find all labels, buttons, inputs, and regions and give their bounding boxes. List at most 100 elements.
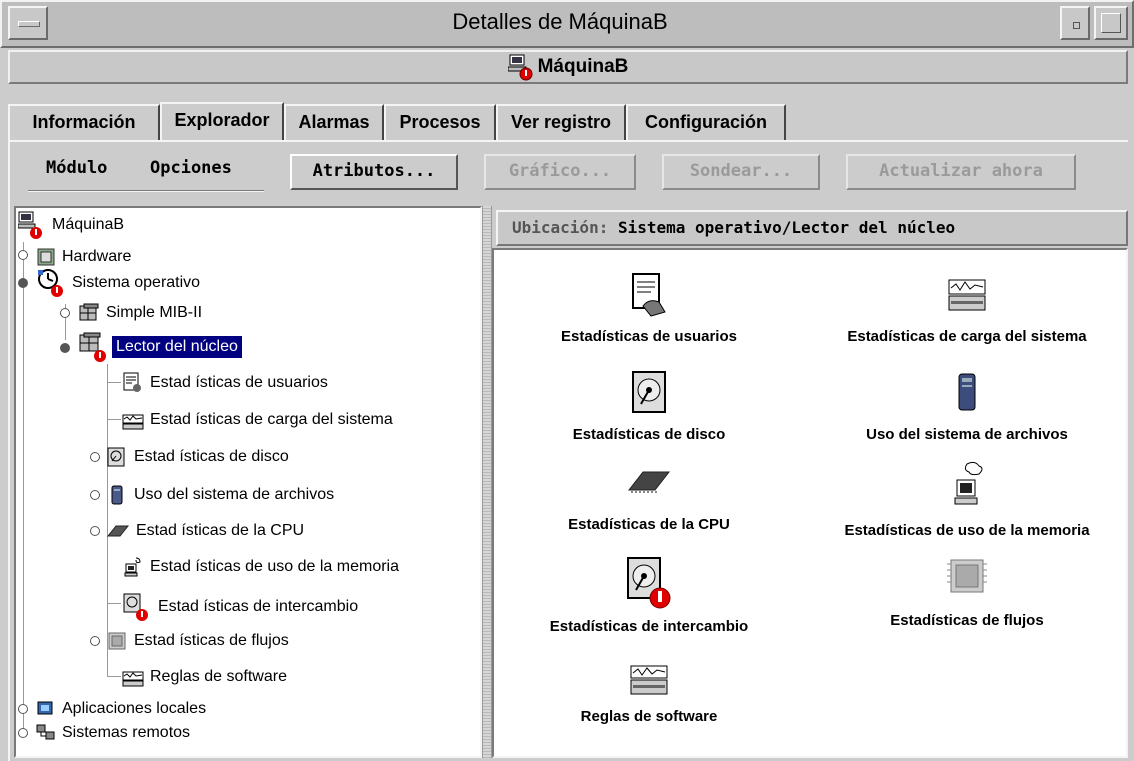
icon-estadisticas-cpu[interactable]: Estadísticas de la CPU xyxy=(494,460,804,533)
rules-icon xyxy=(122,671,144,687)
host-header: MáquinaB xyxy=(8,50,1128,84)
tab-alarmas[interactable]: Alarmas xyxy=(284,104,384,140)
load-stats-icon xyxy=(948,279,986,311)
tree-node-sistema-operativo[interactable]: Sistema operativo xyxy=(36,269,201,297)
maximize-button[interactable] xyxy=(1094,6,1128,40)
disk-icon xyxy=(632,371,666,413)
user-stats-icon xyxy=(632,273,666,317)
tree-node-label: Estad ísticas de usuarios xyxy=(150,374,328,391)
tree-node-label: Estad ísticas de uso de la memoria xyxy=(150,558,400,575)
tree-node-simple-mib-ii[interactable]: Simple MIB-II xyxy=(78,300,202,326)
tree-node-estadisticas-memoria[interactable]: Estad ísticas de uso de la memoria xyxy=(122,554,399,580)
tab-procesos[interactable]: Procesos xyxy=(384,104,496,140)
tree-node-label: Uso del sistema de archivos xyxy=(134,486,335,503)
atributos-button[interactable]: Atributos... xyxy=(290,154,458,190)
location-path: Sistema operativo/Lector del núcleo xyxy=(617,218,956,237)
opciones-menu[interactable]: Opciones xyxy=(150,158,250,184)
tree-node-estadisticas-flujos[interactable]: Estad ísticas de flujos xyxy=(106,628,289,654)
window-menu-button[interactable] xyxy=(8,6,48,40)
tree-node-label: Estad ísticas de flujos xyxy=(134,632,289,649)
location-bar: Ubicación: Sistema operativo/Lector del … xyxy=(496,210,1128,246)
tree-node-label-selected: Lector del núcleo xyxy=(112,336,242,358)
icon-estadisticas-intercambio[interactable]: Estadísticas de intercambio xyxy=(494,556,804,635)
actualizar-ahora-button[interactable]: Actualizar ahora xyxy=(846,154,1076,190)
tree-node-estadisticas-usuarios[interactable]: Estad ísticas de usuarios xyxy=(122,370,328,396)
tab-explorador[interactable]: Explorador xyxy=(160,102,284,142)
module-icon xyxy=(79,332,106,362)
tree-node-reglas-software[interactable]: Reglas de software xyxy=(122,664,287,690)
streams-icon xyxy=(947,559,987,593)
tree-node-label: Sistema operativo xyxy=(72,274,201,291)
icon-estadisticas-flujos[interactable]: Estadísticas de flujos xyxy=(812,556,1122,629)
tree-expander[interactable] xyxy=(18,250,28,260)
tree-node-label: Estad ísticas de intercambio xyxy=(158,598,359,615)
tree-node-label: Hardware xyxy=(62,248,132,265)
window-title: Detalles de MáquinaB xyxy=(452,9,668,34)
filesystem-icon xyxy=(958,373,976,411)
module-icon-view[interactable]: Estadísticas de usuarios Estadísticas de… xyxy=(492,248,1128,758)
icon-label: Estadísticas de la CPU xyxy=(568,516,730,533)
rules-icon xyxy=(630,665,668,695)
minimize-icon xyxy=(1073,22,1080,29)
icon-estadisticas-disco[interactable]: Estadísticas de disco xyxy=(494,370,804,443)
tree-node-estadisticas-intercambio[interactable]: Estad ísticas de intercambio xyxy=(122,592,358,622)
grafico-button[interactable]: Gráfico... xyxy=(484,154,636,190)
icon-label: Estadísticas de disco xyxy=(572,426,726,443)
disk-icon xyxy=(107,447,125,467)
tree-node-aplicaciones-locales[interactable]: Aplicaciones locales xyxy=(36,696,206,722)
memory-icon xyxy=(954,461,983,505)
icon-estadisticas-carga[interactable]: Estadísticas de carga del sistema xyxy=(812,272,1122,345)
tree-node-estadisticas-disco[interactable]: Estad ísticas de disco xyxy=(106,444,289,470)
minimize-button[interactable] xyxy=(1060,6,1090,40)
tree-expander[interactable] xyxy=(90,636,100,646)
tree-expander[interactable] xyxy=(60,343,70,353)
sondear-button[interactable]: Sondear... xyxy=(662,154,820,190)
pane-splitter[interactable] xyxy=(482,206,492,758)
icon-label: Estadísticas de usuarios xyxy=(561,328,737,345)
tree-node-sistemas-remotos[interactable]: Sistemas remotos xyxy=(36,720,190,746)
tree-connector xyxy=(107,382,121,383)
tree-node-label: Aplicaciones locales xyxy=(62,700,207,717)
tree-connector xyxy=(107,419,121,420)
tab-configuracion[interactable]: Configuración xyxy=(626,104,786,140)
tree-node-hardware[interactable]: Hardware xyxy=(36,244,131,270)
maximize-icon xyxy=(1101,13,1121,33)
icon-label: Estadísticas de carga del sistema xyxy=(847,328,1087,345)
tree-connector xyxy=(23,242,24,736)
apps-icon xyxy=(37,701,53,715)
tree-node-estadisticas-carga[interactable]: Estad ísticas de carga del sistema xyxy=(122,407,393,433)
icon-label: Estadísticas de intercambio xyxy=(549,618,749,635)
host-icon xyxy=(18,211,42,239)
swap-icon xyxy=(123,593,148,621)
tree-node-label: Simple MIB-II xyxy=(106,304,203,321)
icon-reglas-software[interactable]: Reglas de software xyxy=(494,662,804,725)
tree-connector xyxy=(107,676,121,677)
cpu-icon xyxy=(106,525,130,537)
tree-expander[interactable] xyxy=(60,308,70,318)
tree-expander[interactable] xyxy=(18,278,28,288)
modulo-menu[interactable]: Módulo xyxy=(46,158,126,184)
load-stats-icon xyxy=(122,414,144,430)
host-name: MáquinaB xyxy=(537,56,629,77)
module-tree[interactable]: MáquinaB Hardware Sistema operativo Simp… xyxy=(14,206,482,758)
tree-node-maquinab[interactable]: MáquinaB xyxy=(18,211,124,239)
tree-node-estadisticas-cpu[interactable]: Estad ísticas de la CPU xyxy=(106,518,304,544)
tree-expander[interactable] xyxy=(90,490,100,500)
tree-expander[interactable] xyxy=(90,452,100,462)
tree-node-lector-del-nucleo[interactable]: Lector del núcleo xyxy=(78,332,242,362)
swap-icon xyxy=(627,557,671,609)
icon-estadisticas-memoria[interactable]: Estadísticas de uso de la memoria xyxy=(812,460,1122,539)
tree-node-uso-sistema-archivos[interactable]: Uso del sistema de archivos xyxy=(106,482,334,508)
tree-expander[interactable] xyxy=(18,728,28,738)
tab-informacion[interactable]: Información xyxy=(8,104,160,140)
user-stats-icon xyxy=(123,372,141,392)
icon-uso-sistema-archivos[interactable]: Uso del sistema de archivos xyxy=(812,370,1122,443)
cpu-icon xyxy=(627,471,671,493)
tree-node-label: Estad ísticas de carga del sistema xyxy=(150,411,393,428)
tree-expander[interactable] xyxy=(18,704,28,714)
tab-ver-registro[interactable]: Ver registro xyxy=(496,104,626,140)
module-icon xyxy=(79,303,99,321)
tree-expander[interactable] xyxy=(90,526,100,536)
icon-estadisticas-usuarios[interactable]: Estadísticas de usuarios xyxy=(494,272,804,345)
remote-icon xyxy=(36,724,55,740)
